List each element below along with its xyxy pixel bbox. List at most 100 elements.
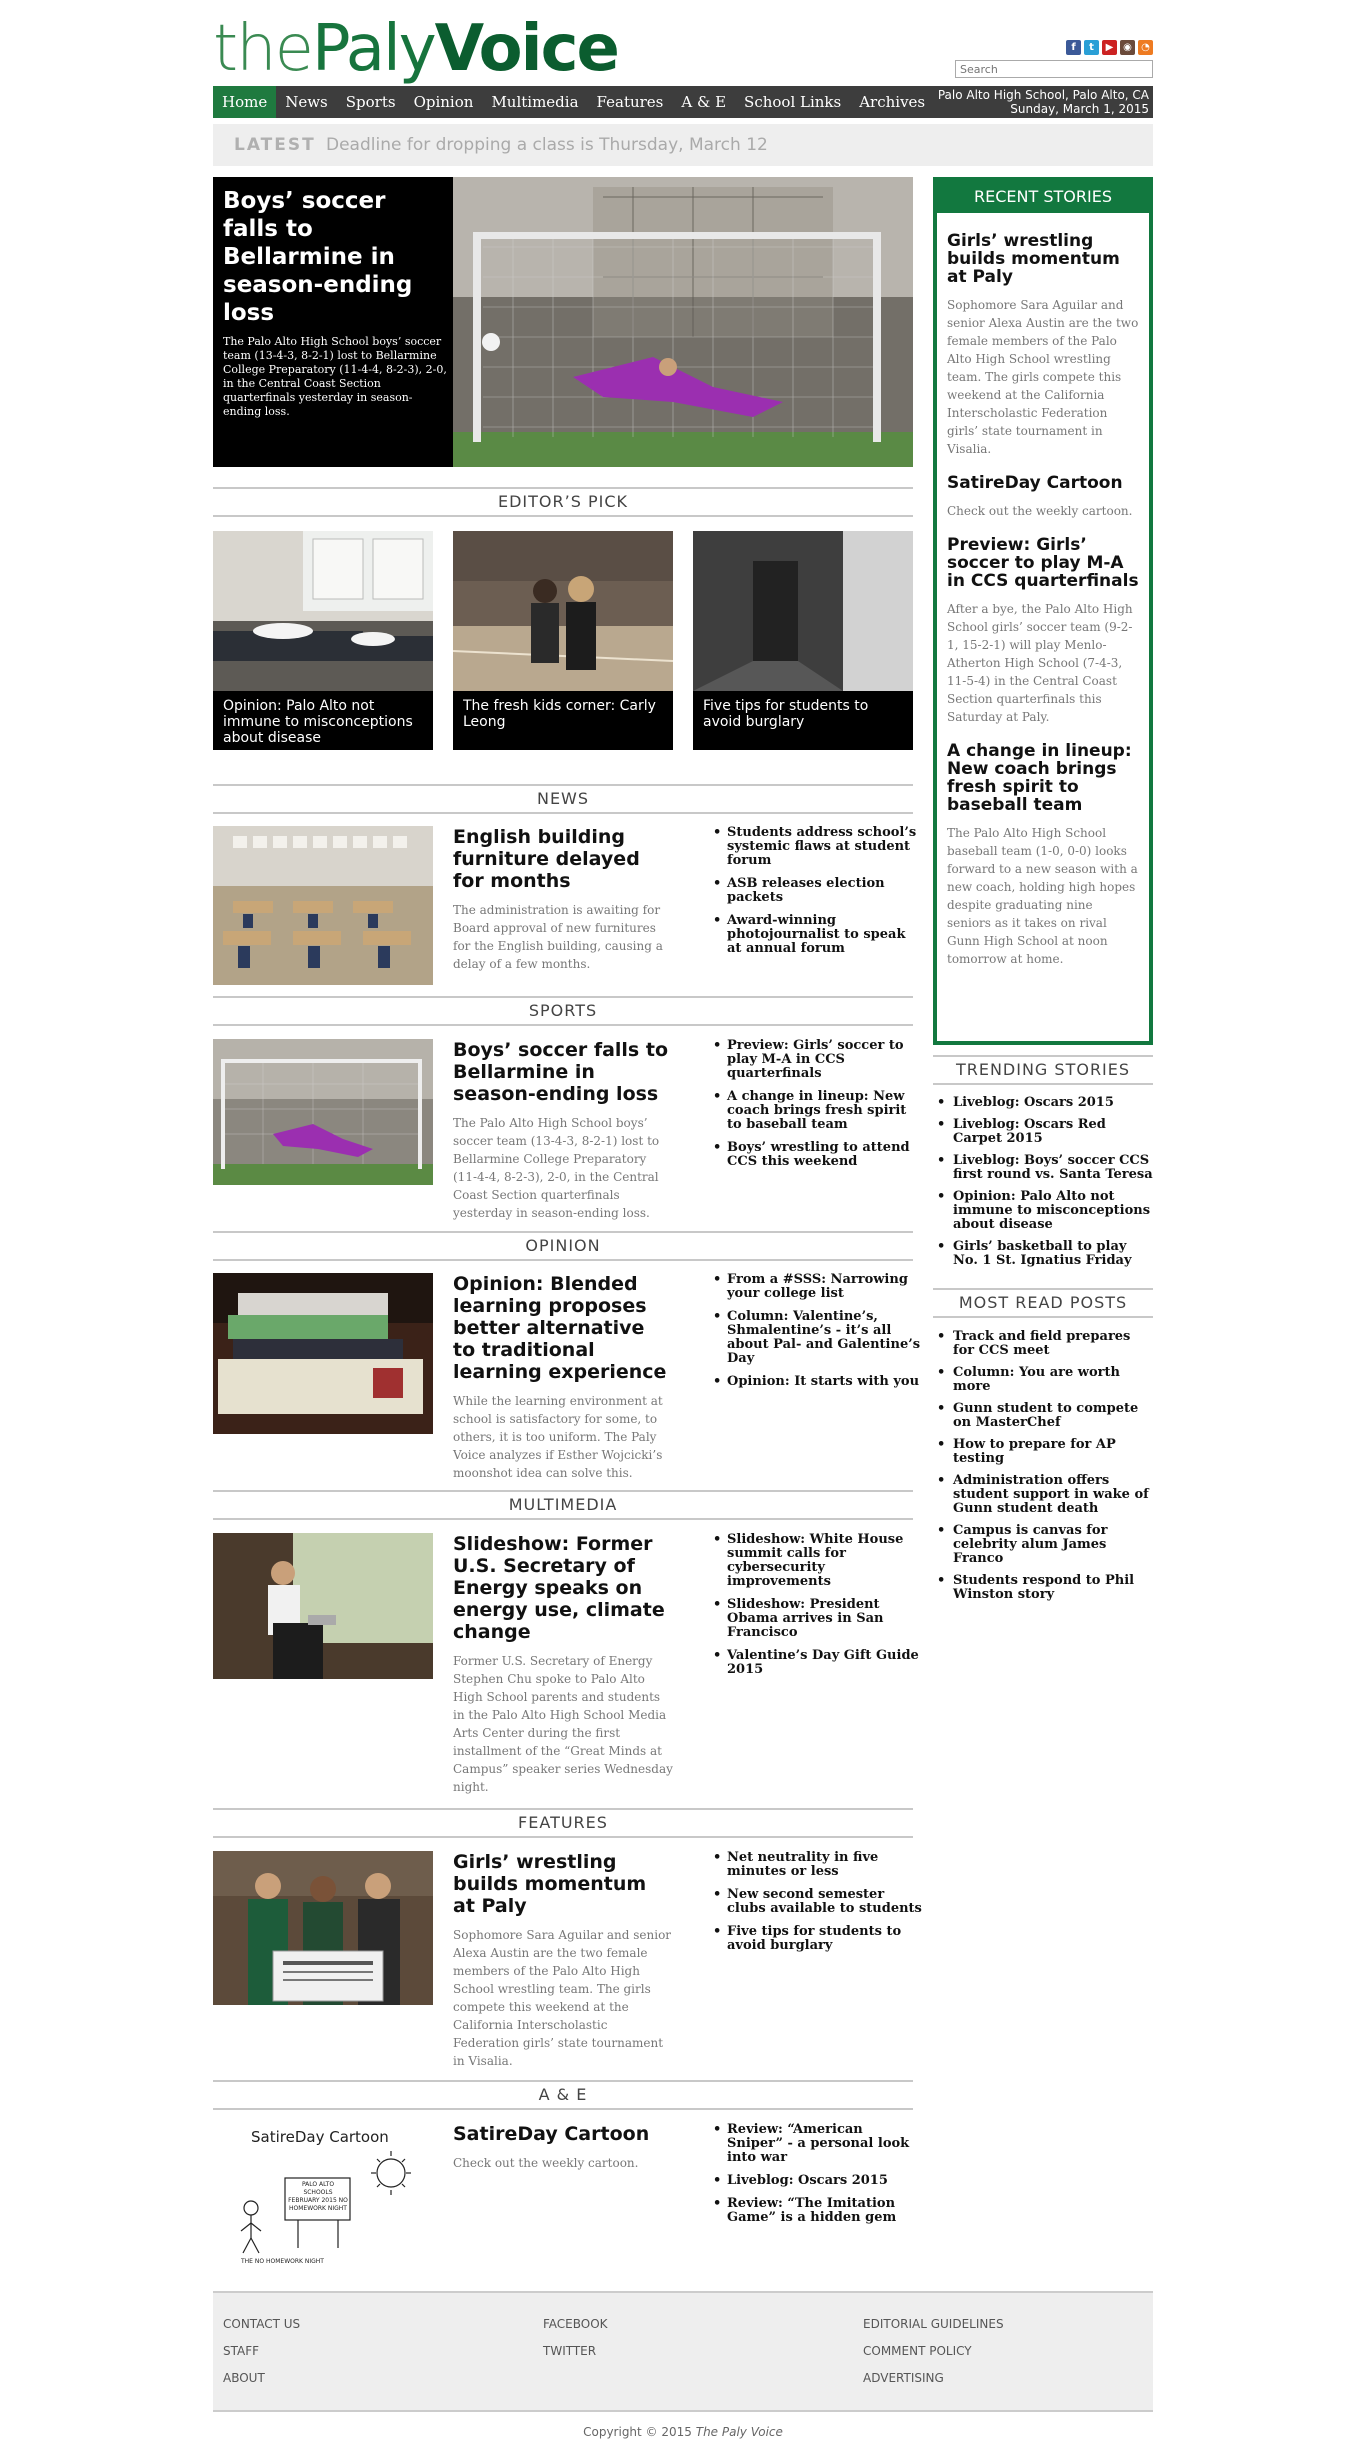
rss-icon[interactable]: ◔ xyxy=(1138,40,1153,55)
news-title[interactable]: English building furniture delayed for m… xyxy=(453,826,673,892)
recent-story-summary: Check out the weekly cartoon. xyxy=(947,504,1133,518)
wrestling-team-photo[interactable] xyxy=(213,1851,433,2005)
nav-home[interactable]: Home xyxy=(213,86,277,118)
twitter-icon[interactable]: t xyxy=(1084,40,1099,55)
news-link[interactable]: Students address school’s systemic flaws… xyxy=(713,826,923,868)
search-input[interactable] xyxy=(955,60,1153,78)
ae-link[interactable]: Review: “The Imitation Game” is a hidden… xyxy=(713,2197,923,2225)
editors-pick-heading: EDITOR’S PICK xyxy=(213,487,913,517)
featured-image[interactable] xyxy=(453,177,913,467)
footer-link-staff[interactable]: STAFF xyxy=(223,2338,300,2365)
nav-school-links[interactable]: School Links xyxy=(735,86,850,118)
site-logo[interactable]: thePalyVoice xyxy=(213,12,620,86)
most-read-item[interactable]: Track and field prepares for CCS meet xyxy=(933,1330,1153,1358)
opinion-link[interactable]: From a #SSS: Narrowing your college list xyxy=(713,1273,923,1301)
sports-link[interactable]: A change in lineup: New coach brings fre… xyxy=(713,1090,923,1132)
logo-paly: Paly xyxy=(312,12,437,86)
main-nav: Home News Sports Opinion Multimedia Feat… xyxy=(213,86,1153,118)
footer-column: EDITORIAL GUIDELINES COMMENT POLICY ADVE… xyxy=(863,2311,1004,2392)
multimedia-link[interactable]: Valentine’s Day Gift Guide 2015 xyxy=(713,1649,923,1677)
recent-story-summary: Sophomore Sara Aguilar and senior Alexa … xyxy=(947,298,1139,456)
logo-the: the xyxy=(213,12,314,86)
news-link[interactable]: Award-winning photojournalist to speak a… xyxy=(713,914,923,956)
youtube-icon[interactable]: ▶ xyxy=(1102,40,1117,55)
latest-headline[interactable]: Deadline for dropping a class is Thursda… xyxy=(326,124,768,166)
most-read-item[interactable]: Campus is canvas for celebrity alum Jame… xyxy=(933,1524,1153,1566)
satireday-cartoon[interactable]: SatireDay Cartoon PALO ALTO SCHOOLS FEBR… xyxy=(213,2123,433,2273)
recent-story-title[interactable]: A change in lineup: New coach brings fre… xyxy=(947,742,1139,814)
most-read-item[interactable]: Administration offers student support in… xyxy=(933,1474,1153,1516)
cartoon-caption: THE NO HOMEWORK NIGHT xyxy=(241,2258,324,2265)
featured-summary: The Palo Alto High School boys’ soccer t… xyxy=(223,335,447,418)
editors-pick-card[interactable]: Five tips for students to avoid burglary xyxy=(693,531,913,750)
most-read-item[interactable]: Students respond to Phil Winston story xyxy=(933,1574,1153,1602)
facebook-icon[interactable]: f xyxy=(1066,40,1081,55)
cartoon-title: SatireDay Cartoon xyxy=(251,2128,389,2146)
most-read-item[interactable]: Gunn student to compete on MasterChef xyxy=(933,1402,1153,1430)
nav-ae[interactable]: A & E xyxy=(672,86,735,118)
logo-voice: Voice xyxy=(434,12,620,86)
trending-item[interactable]: Liveblog: Oscars 2015 xyxy=(933,1096,1153,1111)
footer-link-contact[interactable]: CONTACT US xyxy=(223,2311,300,2338)
featured-story[interactable]: Boys’ soccer falls to Bellarmine in seas… xyxy=(213,177,913,467)
nav-features[interactable]: Features xyxy=(588,86,673,118)
sports-link[interactable]: Preview: Girls’ soccer to play M-A in CC… xyxy=(713,1039,923,1081)
multimedia-link[interactable]: Slideshow: White House summit calls for … xyxy=(713,1533,923,1589)
most-read-item[interactable]: How to prepare for AP testing xyxy=(933,1438,1153,1466)
textbooks-photo[interactable] xyxy=(213,1273,433,1434)
trending-item[interactable]: Liveblog: Oscars Red Carpet 2015 xyxy=(933,1118,1153,1146)
features-lead: Girls’ wrestling builds momentum at Paly… xyxy=(453,1851,673,2070)
latest-ticker: LATEST Deadline for dropping a class is … xyxy=(213,124,1153,166)
gym-portrait-photo xyxy=(453,531,673,691)
nav-news[interactable]: News xyxy=(276,86,337,118)
sports-title[interactable]: Boys’ soccer falls to Bellarmine in seas… xyxy=(453,1039,673,1105)
footer-link-editorial-guidelines[interactable]: EDITORIAL GUIDELINES xyxy=(863,2311,1004,2338)
most-read-item[interactable]: Column: You are worth more xyxy=(933,1366,1153,1394)
editors-pick-card[interactable]: Opinion: Palo Alto not immune to misconc… xyxy=(213,531,433,750)
soccer-goal-photo[interactable] xyxy=(213,1039,433,1185)
featured-title[interactable]: Boys’ soccer falls to Bellarmine in seas… xyxy=(223,187,448,327)
editors-pick-title[interactable]: Five tips for students to avoid burglary xyxy=(703,698,908,746)
recent-story-title[interactable]: Girls’ wrestling builds momentum at Paly xyxy=(947,232,1139,286)
nav-opinion[interactable]: Opinion xyxy=(405,86,483,118)
nav-multimedia[interactable]: Multimedia xyxy=(482,86,587,118)
trending-list: Liveblog: Oscars 2015 Liveblog: Oscars R… xyxy=(933,1096,1153,1276)
news-link[interactable]: ASB releases election packets xyxy=(713,877,923,905)
features-link[interactable]: Net neutrality in five minutes or less xyxy=(713,1851,923,1879)
editors-pick-title[interactable]: Opinion: Palo Alto not immune to misconc… xyxy=(223,698,428,746)
recent-story-title[interactable]: Preview: Girls’ soccer to play M-A in CC… xyxy=(947,536,1139,590)
ae-link[interactable]: Review: “American Sniper” - a personal l… xyxy=(713,2123,923,2165)
recent-stories-heading: RECENT STORIES xyxy=(937,181,1149,213)
classroom-photo[interactable] xyxy=(213,826,433,985)
editors-pick-card[interactable]: The fresh kids corner: Carly Leong xyxy=(453,531,673,750)
multimedia-link[interactable]: Slideshow: President Obama arrives in Sa… xyxy=(713,1598,923,1640)
opinion-link[interactable]: Opinion: It starts with you xyxy=(713,1375,923,1390)
footer-link-comment-policy[interactable]: COMMENT POLICY xyxy=(863,2338,1004,2365)
sports-link[interactable]: Boys’ wrestling to attend CCS this weeke… xyxy=(713,1141,923,1169)
trending-item[interactable]: Girls’ basketball to play No. 1 St. Igna… xyxy=(933,1240,1153,1268)
footer-link-about[interactable]: ABOUT xyxy=(223,2365,300,2392)
editors-pick-title[interactable]: The fresh kids corner: Carly Leong xyxy=(463,698,668,746)
features-link[interactable]: Five tips for students to avoid burglary xyxy=(713,1925,923,1953)
opinion-title[interactable]: Opinion: Blended learning proposes bette… xyxy=(453,1273,673,1383)
ae-title[interactable]: SatireDay Cartoon xyxy=(453,2123,673,2145)
trending-heading: TRENDING STORIES xyxy=(933,1055,1153,1085)
trending-item[interactable]: Liveblog: Boys’ soccer CCS first round v… xyxy=(933,1154,1153,1182)
footer-column: FACEBOOK TWITTER xyxy=(543,2311,608,2365)
nav-archives[interactable]: Archives xyxy=(850,86,934,118)
speaker-photo[interactable] xyxy=(213,1533,433,1679)
opinion-link[interactable]: Column: Valentine’s, Shmalentine’s - it’… xyxy=(713,1310,923,1366)
multimedia-title[interactable]: Slideshow: Former U.S. Secretary of Ener… xyxy=(453,1533,673,1643)
footer-link-twitter[interactable]: TWITTER xyxy=(543,2338,608,2365)
recent-story-title[interactable]: SatireDay Cartoon xyxy=(947,474,1139,492)
footer-link-facebook[interactable]: FACEBOOK xyxy=(543,2311,608,2338)
location-date: Palo Alto High School, Palo Alto, CA Sun… xyxy=(938,86,1153,118)
features-title[interactable]: Girls’ wrestling builds momentum at Paly xyxy=(453,1851,673,1917)
dark-hallway-photo xyxy=(693,531,913,691)
trending-item[interactable]: Opinion: Palo Alto not immune to misconc… xyxy=(933,1190,1153,1232)
footer-link-advertising[interactable]: ADVERTISING xyxy=(863,2365,1004,2392)
features-link[interactable]: New second semester clubs available to s… xyxy=(713,1888,923,1916)
nav-sports[interactable]: Sports xyxy=(337,86,405,118)
ae-link[interactable]: Liveblog: Oscars 2015 xyxy=(713,2174,923,2189)
instagram-icon[interactable]: ◉ xyxy=(1120,40,1135,55)
